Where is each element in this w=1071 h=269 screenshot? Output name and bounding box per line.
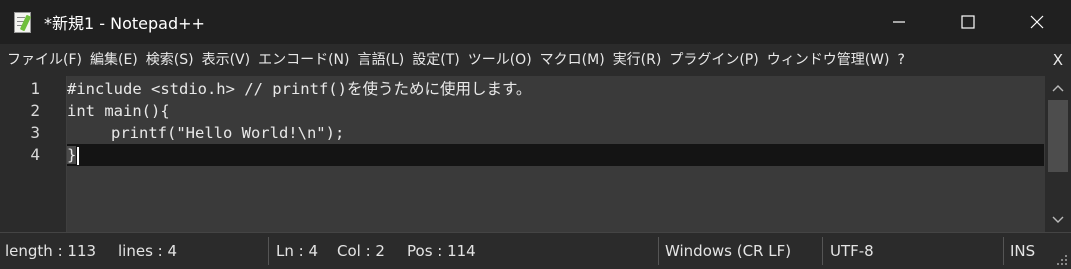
minimize-button[interactable] <box>864 0 933 44</box>
menu-settings[interactable]: 設定(T) <box>408 44 463 76</box>
code-text: #include <stdio.h> // printf()を使うために使用しま… <box>67 80 532 98</box>
menu-run[interactable]: 実行(R) <box>609 44 666 76</box>
menu-file[interactable]: ファイル(F) <box>0 44 86 76</box>
text-cursor <box>77 146 80 165</box>
menu-encoding[interactable]: エンコード(N) <box>254 44 353 76</box>
menu-tools[interactable]: ツール(O) <box>464 44 536 76</box>
status-column: Col : 2 <box>337 242 385 260</box>
editor: 1 2 3 4 #include <stdio.h> // printf()を使… <box>0 76 1071 232</box>
text-area[interactable]: #include <stdio.h> // printf()を使うために使用しま… <box>67 76 1044 232</box>
status-divider <box>658 237 659 265</box>
status-insert-mode[interactable]: INS <box>1010 233 1035 269</box>
menu-view[interactable]: 表示(V) <box>198 44 255 76</box>
scroll-down-button[interactable] <box>1045 208 1071 232</box>
close-icon <box>1030 15 1043 29</box>
status-line-number: Ln : 4 <box>276 242 318 260</box>
line-number-gutter: 1 2 3 4 <box>0 76 67 232</box>
status-position: Pos : 114 <box>407 242 476 260</box>
close-button[interactable] <box>1002 0 1071 44</box>
code-line: int main(){ <box>67 100 1044 122</box>
line-number: 1 <box>30 79 40 98</box>
line-number: 2 <box>30 101 40 120</box>
status-lines: lines : 4 <box>118 242 178 260</box>
status-divider <box>268 237 269 265</box>
window-controls <box>864 0 1071 44</box>
menu-help[interactable]: ? <box>894 44 909 76</box>
current-line: } <box>67 144 1044 166</box>
maximize-icon <box>960 15 975 29</box>
line-number: 4 <box>30 145 40 164</box>
line-number: 3 <box>30 123 40 142</box>
scroll-up-button[interactable] <box>1045 76 1071 100</box>
menu-macro[interactable]: マクロ(M) <box>536 44 609 76</box>
code-text: } <box>67 146 77 164</box>
resize-grip-icon[interactable] <box>1056 254 1068 266</box>
status-divider <box>1003 237 1004 265</box>
maximize-button[interactable] <box>933 0 1002 44</box>
status-bar: length : 113 lines : 4 Ln : 4 Col : 2 Po… <box>0 232 1071 269</box>
status-eol-format[interactable]: Windows (CR LF) <box>665 233 791 269</box>
minimize-icon <box>892 21 905 23</box>
code-text: printf("Hello World!\n"); <box>111 124 345 142</box>
close-document-button[interactable]: X <box>1053 44 1063 76</box>
status-divider <box>822 237 823 265</box>
status-encoding[interactable]: UTF-8 <box>830 233 874 269</box>
menu-language[interactable]: 言語(L) <box>354 44 409 76</box>
chevron-up-icon <box>1052 85 1064 92</box>
status-length: length : 113 <box>5 242 97 260</box>
menu-plugins[interactable]: プラグイン(P) <box>665 44 762 76</box>
menu-search[interactable]: 検索(S) <box>142 44 198 76</box>
vertical-scrollbar[interactable] <box>1045 76 1071 232</box>
code-line: #include <stdio.h> // printf()を使うために使用しま… <box>67 78 1044 100</box>
scrollbar-thumb[interactable] <box>1048 100 1068 172</box>
menu-window[interactable]: ウィンドウ管理(W) <box>763 44 894 76</box>
code-line: printf("Hello World!\n"); <box>67 122 1044 144</box>
menu-bar: ファイル(F) 編集(E) 検索(S) 表示(V) エンコード(N) 言語(L)… <box>0 44 1071 76</box>
notepad-plus-plus-icon <box>12 11 34 33</box>
window-title: *新規1 - Notepad++ <box>44 14 205 33</box>
code-text: int main(){ <box>67 102 170 120</box>
menu-edit[interactable]: 編集(E) <box>86 44 142 76</box>
chevron-down-icon <box>1052 216 1064 223</box>
title-bar[interactable]: *新規1 - Notepad++ <box>0 0 1071 44</box>
